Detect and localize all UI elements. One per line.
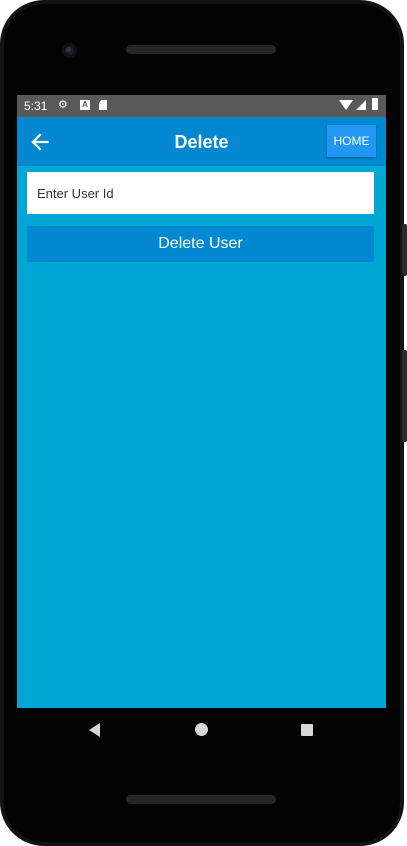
front-camera — [62, 43, 77, 58]
battery-icon — [372, 98, 378, 110]
delete-user-button[interactable]: Delete User — [27, 226, 374, 262]
system-nav-bar — [17, 708, 386, 752]
sd-card-icon — [99, 100, 107, 110]
top-speaker — [126, 45, 276, 54]
gear-icon: ⚙ — [58, 99, 68, 111]
wifi-icon — [339, 100, 353, 110]
status-time: 5:31 — [24, 99, 48, 113]
home-button[interactable]: HOME — [327, 125, 376, 157]
volume-button — [402, 350, 407, 442]
device-frame: 5:31 ⚙ A Delete HOME Delete User — [0, 0, 407, 846]
back-triangle-icon[interactable] — [89, 723, 100, 737]
a-notification-icon: A — [80, 100, 90, 110]
app-screen: 5:31 ⚙ A Delete HOME Delete User — [17, 95, 386, 708]
status-bar: 5:31 ⚙ A — [17, 95, 386, 117]
home-circle-icon[interactable] — [195, 723, 208, 736]
app-bar: Delete HOME — [17, 117, 386, 166]
user-id-input[interactable] — [27, 172, 374, 214]
signal-icon — [356, 100, 366, 110]
recents-square-icon[interactable] — [301, 724, 313, 736]
power-button — [402, 224, 407, 276]
bottom-speaker — [126, 795, 276, 804]
